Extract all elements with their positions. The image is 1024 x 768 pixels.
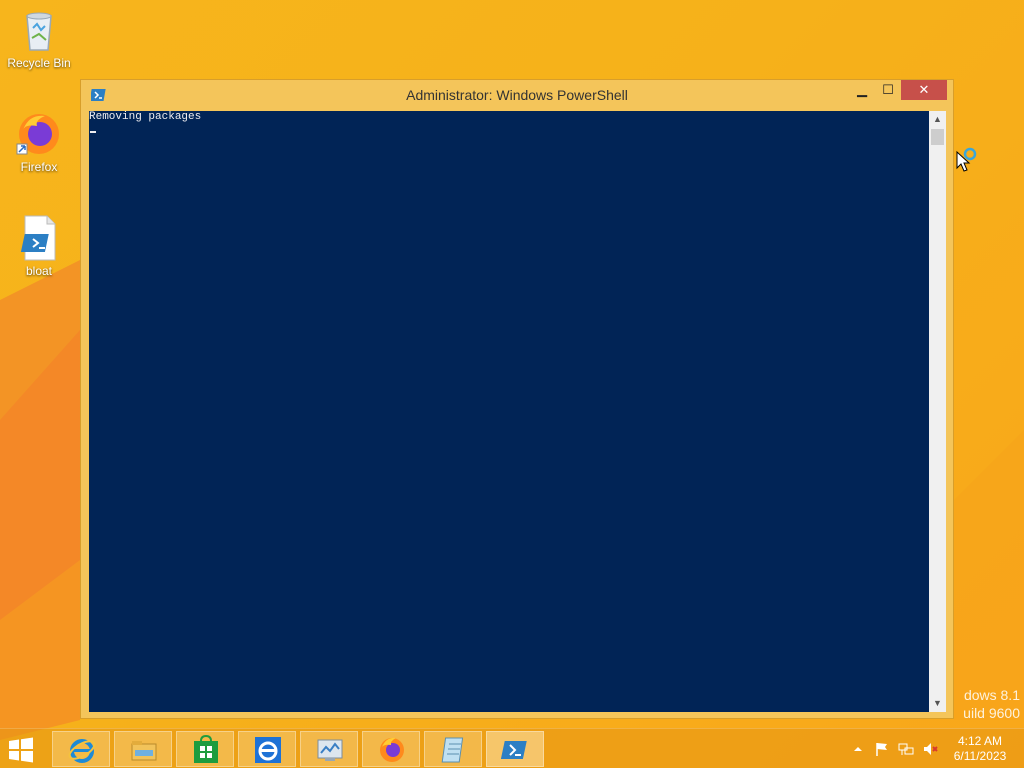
desktop-icon-label: Recycle Bin (7, 56, 71, 70)
taskbar-internet-explorer-modern[interactable] (238, 731, 296, 767)
console-output[interactable]: Removing packages (89, 111, 929, 712)
console-line: Removing packages (89, 111, 202, 123)
volume-muted-icon[interactable] (922, 741, 938, 757)
windows-watermark: dows 8.1 uild 9600 (963, 686, 1020, 722)
window-titlebar[interactable]: Administrator: Windows PowerShell ▁ ☐ ✕ (81, 80, 953, 110)
minimize-button[interactable]: ▁ (849, 80, 875, 100)
taskbar-notepad[interactable] (424, 731, 482, 767)
action-center-flag-icon[interactable] (874, 741, 890, 757)
vertical-scrollbar[interactable]: ▲ ▼ (929, 111, 946, 712)
clock-time: 4:12 AM (957, 734, 1003, 748)
clock-date: 6/11/2023 (953, 749, 1007, 763)
powershell-script-icon (15, 214, 63, 262)
internet-explorer-icon (68, 739, 96, 763)
taskbar: 4:12 AM 6/11/2023 (0, 728, 1024, 768)
window-title: Administrator: Windows PowerShell (406, 87, 628, 103)
desktop-icon-label: Firefox (20, 160, 58, 174)
taskbar-powershell[interactable] (486, 731, 544, 767)
network-icon[interactable] (898, 741, 914, 757)
start-button[interactable] (6, 735, 42, 765)
powershell-window[interactable]: Administrator: Windows PowerShell ▁ ☐ ✕ … (80, 79, 954, 719)
desktop-icon-recycle-bin[interactable]: Recycle Bin (1, 6, 77, 70)
store-icon (194, 735, 218, 763)
watermark-line-2: uild 9600 (963, 705, 1020, 721)
firefox-icon (15, 110, 63, 158)
control-panel-icon (317, 739, 343, 761)
notepad-icon (441, 737, 464, 763)
scrollbar-thumb[interactable] (931, 129, 944, 145)
taskbar-internet-explorer[interactable] (52, 731, 110, 767)
scroll-up-arrow-icon[interactable]: ▲ (929, 111, 946, 128)
taskbar-store[interactable] (176, 731, 234, 767)
desktop-icon-bloat[interactable]: bloat (1, 214, 77, 278)
firefox-icon (380, 737, 404, 762)
close-button[interactable]: ✕ (901, 80, 947, 100)
file-explorer-icon (131, 741, 157, 761)
desktop-icon-firefox[interactable]: Firefox (1, 110, 77, 174)
mouse-cursor-busy-icon (956, 147, 977, 172)
system-clock[interactable]: 4:12 AM 6/11/2023 (944, 734, 1016, 764)
taskbar-file-explorer[interactable] (114, 731, 172, 767)
watermark-line-1: dows 8.1 (963, 687, 1020, 703)
maximize-button[interactable]: ☐ (875, 80, 901, 100)
taskbar-firefox[interactable] (362, 731, 420, 767)
desktop: Recycle Bin Firefox bloat dows 8.1 uild … (0, 0, 1024, 768)
taskbar-control-panel[interactable] (300, 731, 358, 767)
powershell-icon (501, 741, 527, 759)
windows-logo-icon (9, 737, 33, 763)
desktop-icon-label: bloat (25, 264, 53, 278)
recycle-bin-icon (15, 6, 63, 54)
internet-explorer-icon (255, 737, 281, 763)
scroll-down-arrow-icon[interactable]: ▼ (929, 695, 946, 712)
show-hidden-icons-icon[interactable] (850, 741, 866, 757)
text-cursor (90, 131, 96, 133)
